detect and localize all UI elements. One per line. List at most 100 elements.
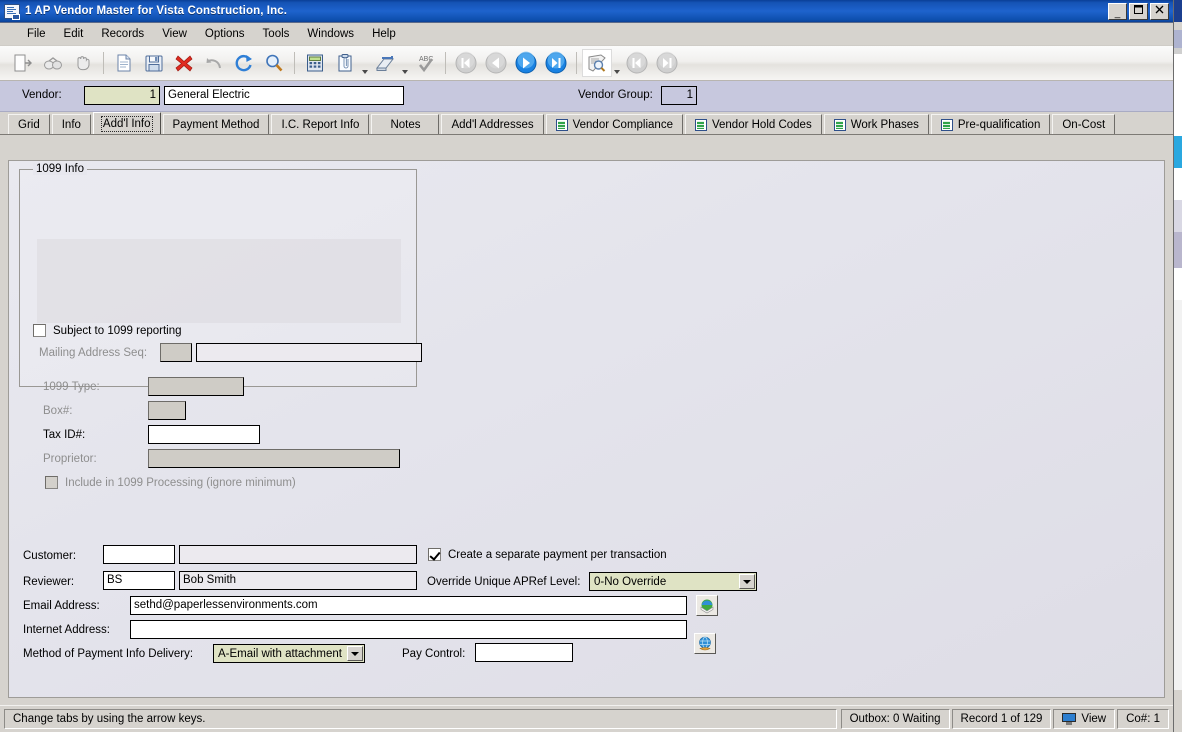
tab-info[interactable]: Info xyxy=(51,114,91,134)
tab-addl-addresses[interactable]: Add'l Addresses xyxy=(441,114,544,134)
pay-control-input[interactable] xyxy=(475,643,573,662)
mailing-address-desc-input[interactable] xyxy=(196,343,422,362)
binoculars-icon[interactable] xyxy=(38,48,68,78)
new-document-icon[interactable] xyxy=(109,48,139,78)
tab-label: Vendor Compliance xyxy=(572,118,673,131)
grid-tab-icon xyxy=(555,118,568,131)
tab-label: Info xyxy=(61,118,81,131)
reviewer-desc-input[interactable]: Bob Smith xyxy=(179,571,417,590)
separate-payment-row[interactable]: Create a separate payment per transactio… xyxy=(428,548,667,561)
customer-desc-input[interactable] xyxy=(179,545,417,564)
box-number-input[interactable] xyxy=(148,401,186,420)
first-page-icon[interactable] xyxy=(622,48,652,78)
tab-addl-info[interactable]: Add'l Info xyxy=(92,112,161,134)
box-number-label: Box#: xyxy=(43,405,73,417)
hand-stop-icon[interactable] xyxy=(68,48,98,78)
include-1099-row[interactable]: Include in 1099 Processing (ignore minim… xyxy=(45,476,296,489)
chevron-down-icon[interactable] xyxy=(739,574,755,589)
tab-strip: Grid Info Add'l Info Payment Method I.C.… xyxy=(0,112,1173,135)
tab-payment-method[interactable]: Payment Method xyxy=(162,114,270,134)
last-page-icon[interactable] xyxy=(652,48,682,78)
reviewer-input[interactable]: BS xyxy=(103,571,175,590)
status-message: Change tabs by using the arrow keys. xyxy=(4,709,837,729)
menu-file[interactable]: File xyxy=(18,26,55,42)
tab-on-cost[interactable]: On-Cost xyxy=(1052,114,1116,134)
vendor-header-bar: Vendor: 1 General Electric Vendor Group:… xyxy=(0,81,1173,112)
menu-bar: File Edit Records View Options Tools Win… xyxy=(0,23,1173,46)
menu-records[interactable]: Records xyxy=(92,26,153,42)
tab-pre-qualification[interactable]: Pre-qualification xyxy=(930,114,1051,134)
tax-id-input[interactable] xyxy=(148,425,260,444)
grid-tab-icon xyxy=(833,118,846,131)
tab-work-phases[interactable]: Work Phases xyxy=(823,114,929,134)
client-area: 1099 Info Subject to 1099 reporting Mail… xyxy=(0,160,1173,702)
proprietor-input[interactable] xyxy=(148,449,400,468)
tab-ic-report-info[interactable]: I.C. Report Info xyxy=(271,114,370,134)
email-globe-icon[interactable] xyxy=(696,595,718,616)
menu-help[interactable]: Help xyxy=(363,26,405,42)
clipboard-dropdown-caret[interactable] xyxy=(360,44,370,83)
menu-windows[interactable]: Windows xyxy=(298,26,363,42)
group-1099-title: 1099 Info xyxy=(33,163,87,175)
calculator-icon[interactable] xyxy=(300,48,330,78)
preview-dropdown-caret[interactable] xyxy=(612,44,622,83)
form-window-icon xyxy=(4,3,20,20)
internet-globe-icon[interactable] xyxy=(694,633,716,654)
proprietor-label: Proprietor: xyxy=(43,453,97,465)
save-icon[interactable] xyxy=(139,48,169,78)
status-bar: Change tabs by using the arrow keys. Out… xyxy=(0,705,1173,732)
internet-address-input[interactable] xyxy=(130,620,687,639)
next-record-icon[interactable] xyxy=(511,48,541,78)
status-outbox[interactable]: Outbox: 0 Waiting xyxy=(840,709,950,729)
email-address-label: Email Address: xyxy=(23,600,100,612)
menu-view[interactable]: View xyxy=(153,26,196,42)
login-icon[interactable] xyxy=(8,48,38,78)
search-icon[interactable] xyxy=(259,48,289,78)
subject-1099-checkbox[interactable] xyxy=(33,324,46,337)
tab-notes[interactable]: Notes xyxy=(371,114,440,134)
tab-vendor-hold-codes[interactable]: Vendor Hold Codes xyxy=(684,114,822,134)
first-record-icon[interactable] xyxy=(451,48,481,78)
include-1099-checkbox[interactable] xyxy=(45,476,58,489)
vendor-number-input[interactable]: 1 xyxy=(84,86,160,105)
spellcheck-icon[interactable]: ABC xyxy=(410,48,440,78)
maximize-button[interactable] xyxy=(1129,2,1148,20)
tab-label: Notes xyxy=(390,118,421,131)
tab-label: Work Phases xyxy=(850,118,919,131)
internet-address-label: Internet Address: xyxy=(23,624,110,636)
toolbar-separator xyxy=(576,52,577,74)
scanner-icon[interactable] xyxy=(370,48,400,78)
scanner-dropdown-caret[interactable] xyxy=(400,44,410,83)
chevron-down-icon[interactable] xyxy=(347,646,363,661)
subject-1099-row[interactable]: Subject to 1099 reporting xyxy=(33,324,182,337)
separate-payment-checkbox[interactable] xyxy=(428,548,441,561)
tab-grid[interactable]: Grid xyxy=(8,114,50,134)
type-1099-input[interactable] xyxy=(148,377,244,396)
previous-record-icon[interactable] xyxy=(481,48,511,78)
menu-edit[interactable]: Edit xyxy=(55,26,93,42)
last-record-icon[interactable] xyxy=(541,48,571,78)
vendor-label: Vendor: xyxy=(22,89,62,101)
email-address-input[interactable]: sethd@paperlessenvironments.com xyxy=(130,596,687,615)
delete-icon[interactable] xyxy=(169,48,199,78)
undo-icon[interactable] xyxy=(199,48,229,78)
preview-icon[interactable] xyxy=(582,49,612,77)
minimize-button[interactable]: _ xyxy=(1108,2,1127,20)
menu-tools[interactable]: Tools xyxy=(254,26,299,42)
subject-1099-label: Subject to 1099 reporting xyxy=(53,324,182,337)
close-button[interactable] xyxy=(1150,2,1169,20)
vendor-name-input[interactable]: General Electric xyxy=(164,86,404,105)
clipboard-icon[interactable] xyxy=(330,48,360,78)
menu-options[interactable]: Options xyxy=(196,26,254,42)
disabled-1099-panel xyxy=(37,239,401,323)
method-of-payment-select[interactable]: A-Email with attachment xyxy=(213,644,365,663)
refresh-icon[interactable] xyxy=(229,48,259,78)
override-apref-select[interactable]: 0-No Override xyxy=(589,572,757,591)
tab-vendor-compliance[interactable]: Vendor Compliance xyxy=(545,114,683,134)
window-title: 1 AP Vendor Master for Vista Constructio… xyxy=(25,5,288,17)
mailing-address-seq-input[interactable] xyxy=(160,343,192,362)
toolbar-separator xyxy=(103,52,104,74)
vendor-group-input[interactable]: 1 xyxy=(661,86,697,105)
customer-input[interactable] xyxy=(103,545,175,564)
status-view[interactable]: View xyxy=(1053,709,1116,729)
